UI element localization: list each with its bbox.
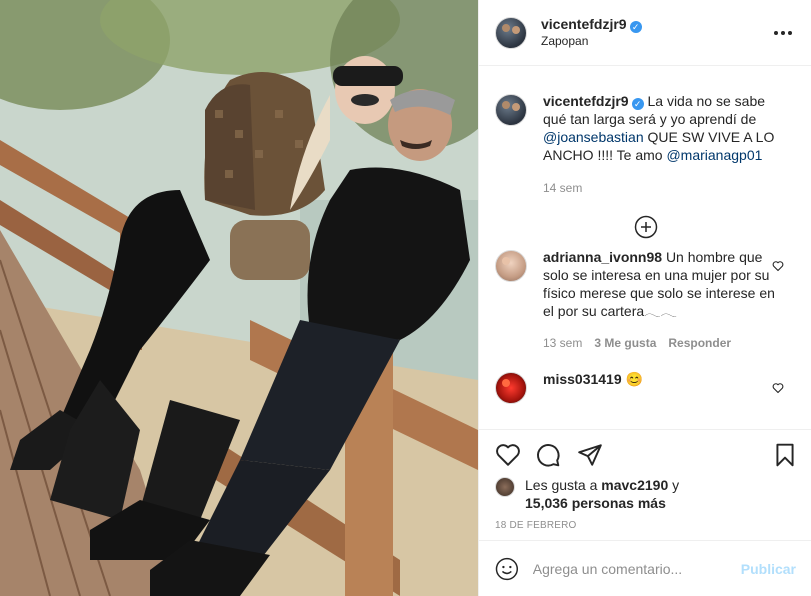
caption-time[interactable]: 14 sem (543, 179, 582, 197)
verified-badge-icon: ✓ (629, 20, 642, 33)
post-location[interactable]: Zapopan (541, 33, 642, 50)
liker-avatar[interactable] (495, 477, 515, 497)
caption-mention-marianagp01[interactable]: @marianagp01 (666, 147, 762, 163)
share-icon[interactable] (577, 442, 603, 468)
likes-summary: Les gusta a mavc2190 y 15,036 personas m… (495, 476, 679, 512)
caption-body: vicentefdzjr9 ✓ La vida no se sabe qué ta… (543, 92, 783, 197)
comment-like-heart-icon[interactable] (772, 260, 784, 272)
emoji-icon[interactable] (495, 557, 519, 581)
comment-icon[interactable] (535, 442, 561, 468)
author-avatar[interactable] (495, 16, 527, 49)
bookmark-icon[interactable] (772, 442, 798, 468)
liker-username[interactable]: mavc2190 (601, 477, 668, 493)
action-icons (495, 442, 798, 470)
comment-body: miss031419 😊 (543, 370, 783, 404)
comment-input[interactable] (532, 561, 741, 577)
comment-text: 😊 (625, 371, 643, 387)
caption-mention-joansebastian[interactable]: @joansebastian (543, 129, 644, 145)
likes-prefix: Les gusta a (525, 477, 602, 493)
caption-username[interactable]: vicentefdzjr9 (543, 93, 629, 109)
commenter-avatar[interactable] (495, 372, 527, 404)
post-photo[interactable] (0, 0, 478, 596)
commenter-username[interactable]: adrianna_ivonn98 (543, 249, 662, 265)
caption-avatar[interactable] (495, 94, 527, 126)
comment-likes[interactable]: 3 Me gusta (594, 334, 656, 352)
commenter-avatar[interactable] (495, 250, 527, 282)
reply-button[interactable]: Responder (668, 334, 731, 352)
post-photo-illustration (0, 0, 478, 596)
heart-icon[interactable] (495, 442, 521, 468)
commenter-username[interactable]: miss031419 (543, 371, 622, 387)
post-details-panel: vicentefdzjr9 ✓ Zapopan vicentefdzjr9 ✓ La… (478, 0, 811, 596)
more-options-icon[interactable] (773, 24, 793, 42)
publish-button[interactable]: Publicar (741, 561, 796, 577)
author-username[interactable]: vicentefdzjr9 (541, 16, 627, 32)
likes-count[interactable]: 15,036 personas más (525, 495, 666, 511)
post-actions: Les gusta a mavc2190 y 15,036 personas m… (479, 429, 811, 596)
comments-section[interactable]: vicentefdzjr9 ✓ La vida no se sabe qué ta… (479, 66, 811, 429)
verified-badge-icon: ✓ (631, 98, 644, 110)
load-more-icon[interactable] (634, 215, 658, 239)
comment-item: miss031419 😊 (479, 370, 811, 404)
caption: vicentefdzjr9 ✓ La vida no se sabe qué ta… (479, 92, 811, 197)
author-info: vicentefdzjr9 ✓ Zapopan (541, 16, 642, 50)
post-header: vicentefdzjr9 ✓ Zapopan (479, 0, 811, 66)
comment-body: adrianna_ivonn98 Un hombre que solo se i… (543, 248, 783, 352)
comment-like-heart-icon[interactable] (772, 382, 784, 394)
comment-item: adrianna_ivonn98 Un hombre que solo se i… (479, 248, 811, 352)
likes-mid: y (668, 477, 680, 493)
post-date[interactable]: 18 DE FEBRERO (495, 520, 577, 531)
comment-time[interactable]: 13 sem (543, 334, 582, 352)
add-comment-bar: Publicar (479, 540, 811, 596)
